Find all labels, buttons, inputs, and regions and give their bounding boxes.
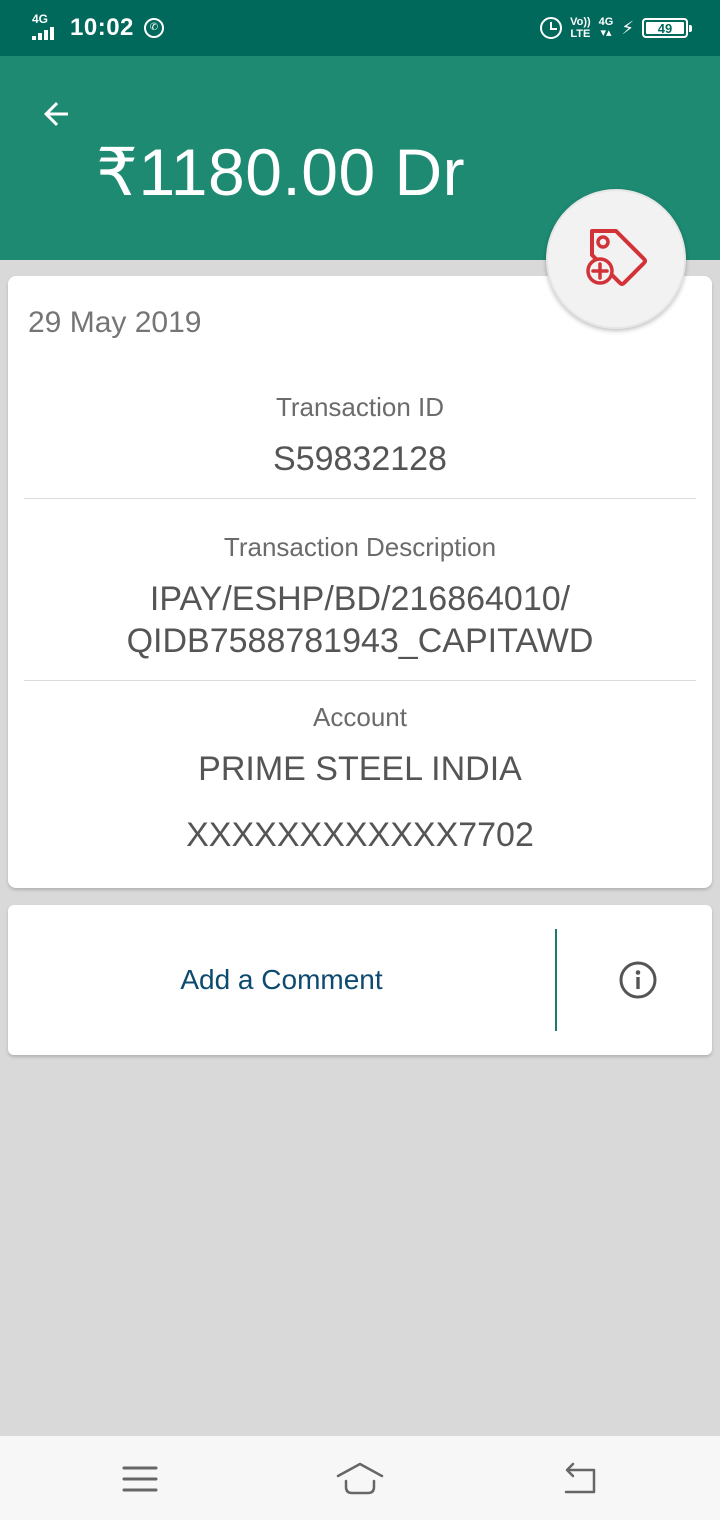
divider (24, 498, 696, 499)
account-number: XXXXXXXXXXXX7702 (186, 816, 534, 854)
transaction-amount: ₹1180.00 Dr (96, 135, 466, 209)
transaction-description-line2: QIDB7588781943_CAPITAWD (126, 622, 594, 660)
comment-card: Add a Comment (8, 905, 712, 1055)
menu-icon (122, 1466, 158, 1492)
transaction-id-value: S59832128 (273, 440, 447, 478)
status-right: Vo)) LTE 4G ▾▴ ⚡ 49 (540, 12, 692, 44)
status-left: 4G 10:02 ✆ (30, 12, 164, 44)
signal-icon: 4G (30, 12, 60, 42)
home-button[interactable] (330, 1454, 390, 1504)
charging-icon: ⚡ (621, 18, 634, 38)
volte-indicator: Vo)) LTE (570, 16, 591, 40)
add-comment-button[interactable]: Add a Comment (8, 905, 555, 1055)
account-label: Account (313, 702, 407, 732)
menu-button[interactable] (110, 1454, 170, 1504)
transaction-description-line1: IPAY/ESHP/BD/216864010/ (149, 580, 571, 618)
battery-icon: 49 (642, 18, 692, 38)
info-button[interactable] (608, 960, 668, 1000)
system-nav-bar (0, 1436, 720, 1520)
transaction-details-card: 29 May 2019 Transaction ID S59832128 Tra… (8, 276, 712, 888)
alarm-icon (540, 17, 563, 39)
network-type-right: 4G ▾▴ (598, 16, 614, 39)
back-nav-icon (564, 1462, 596, 1494)
info-icon (619, 961, 657, 999)
transaction-date: 29 May 2019 (28, 306, 202, 339)
divider (24, 680, 696, 681)
status-bar: 4G 10:02 ✆ Vo)) LTE 4G ▾▴ ⚡ 49 (0, 0, 720, 56)
battery-level: 49 (657, 20, 673, 36)
transaction-id-label: Transaction ID (275, 392, 445, 422)
network-type-left: 4G (32, 12, 49, 26)
tag-add-icon (586, 229, 647, 286)
account-name: PRIME STEEL INDIA (198, 750, 522, 788)
home-icon (336, 1462, 384, 1495)
arrow-left-icon (44, 102, 68, 126)
add-tag-button[interactable] (546, 189, 686, 329)
whatsapp-icon: ✆ (143, 18, 164, 38)
transaction-description-label: Transaction Description (223, 532, 497, 562)
vertical-divider (555, 929, 557, 1031)
back-button[interactable] (28, 86, 84, 142)
back-nav-button[interactable] (550, 1454, 610, 1504)
status-time: 10:02 (70, 14, 134, 41)
